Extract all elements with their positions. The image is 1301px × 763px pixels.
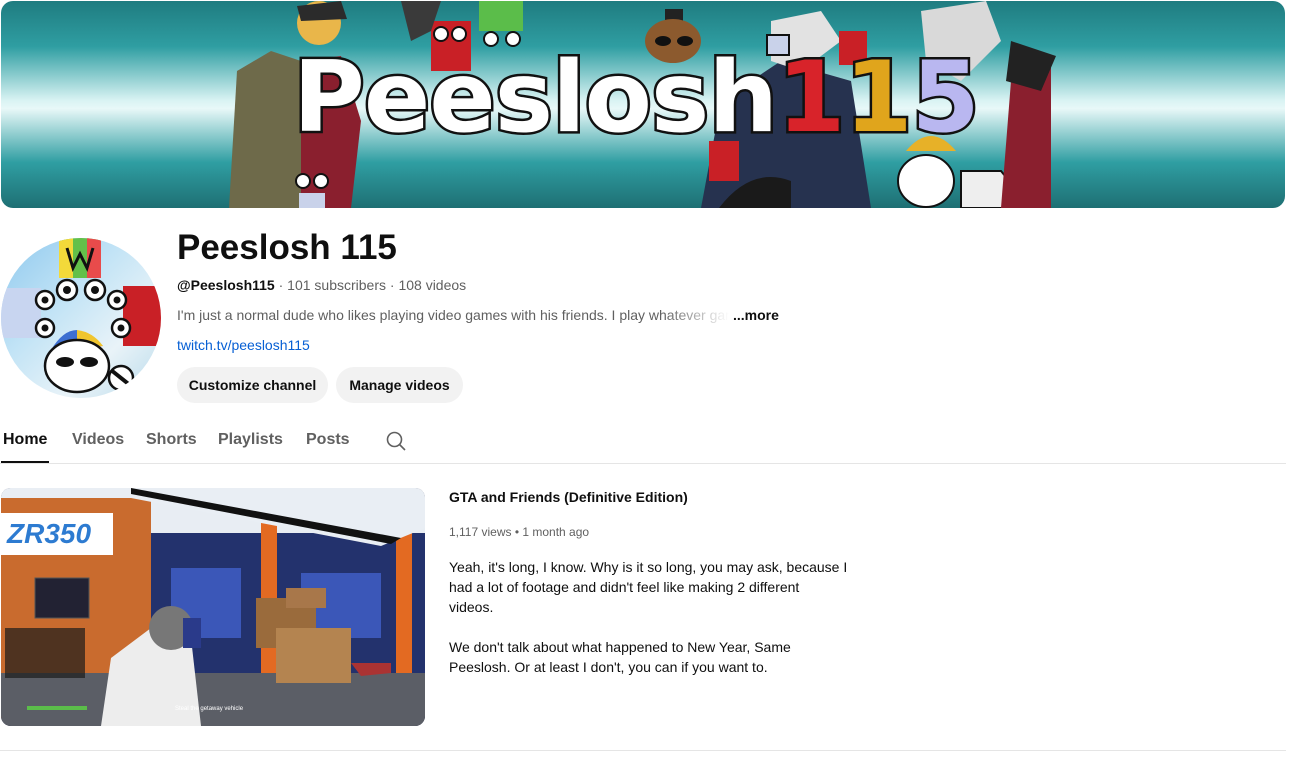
- channel-meta: @Peeslosh115 · 101 subscribers · 108 vid…: [177, 277, 466, 293]
- tab-posts[interactable]: Posts: [306, 430, 350, 450]
- channel-avatar[interactable]: [1, 238, 161, 398]
- channel-link[interactable]: twitch.tv/peeslosh115: [177, 337, 310, 353]
- description-line: [449, 617, 849, 637]
- description-line: We don't talk about what happened to New…: [449, 639, 791, 655]
- channel-description[interactable]: I'm just a normal dude who likes playing…: [177, 307, 779, 323]
- view-count: 1,117 views: [449, 525, 512, 539]
- tab-playlists[interactable]: Playlists: [218, 430, 283, 450]
- channel-banner: Peeslosh115: [1, 1, 1285, 208]
- thumb-hud-text: Steal the getaway vehicle: [175, 706, 244, 712]
- active-tab-indicator: [1, 461, 49, 463]
- description-line: Peeslosh. Or at least I don't, you can i…: [449, 659, 768, 675]
- tab-shorts[interactable]: Shorts: [146, 430, 197, 450]
- meta-separator: ·: [274, 277, 288, 293]
- subscriber-count: 101 subscribers: [287, 277, 386, 293]
- customize-channel-button[interactable]: Customize channel: [177, 367, 328, 403]
- thumb-sign-text: ZR350: [6, 518, 91, 549]
- video-count: 108 videos: [398, 277, 467, 293]
- description-line: had a lot of footage and didn't feel lik…: [449, 579, 800, 595]
- description-text: I'm just a normal dude who likes playing…: [177, 307, 729, 323]
- meta-separator: ·: [386, 277, 399, 293]
- tab-videos[interactable]: Videos: [72, 430, 124, 450]
- featured-video-description: Yeah, it's long, I know. Why is it so lo…: [449, 557, 849, 677]
- banner-title: Peeslosh115: [290, 41, 982, 156]
- manage-videos-button[interactable]: Manage videos: [336, 367, 463, 403]
- channel-handle: @Peeslosh115: [177, 277, 275, 293]
- search-icon[interactable]: [385, 430, 407, 452]
- section-divider: [0, 750, 1286, 751]
- featured-video-thumbnail[interactable]: ZR350 Steal the getaway vehicle: [1, 488, 425, 726]
- featured-video-title[interactable]: GTA and Friends (Definitive Edition): [449, 489, 688, 505]
- meta-dot: •: [511, 525, 523, 539]
- featured-video-meta: 1,117 views • 1 month ago: [449, 525, 589, 539]
- channel-page: Peeslosh115 Peeslosh 115 @Peeslosh115 · …: [0, 0, 1301, 763]
- thumbnail-image: ZR350 Steal the getaway vehicle: [1, 488, 425, 726]
- description-line: Yeah, it's long, I know. Why is it so lo…: [449, 559, 848, 575]
- description-line: videos.: [449, 599, 494, 615]
- more-link[interactable]: ...more: [733, 307, 779, 323]
- channel-tabs: Home Videos Shorts Playlists Posts: [0, 420, 1286, 464]
- channel-name: Peeslosh 115: [177, 228, 397, 267]
- avatar-artwork: [1, 238, 161, 394]
- tab-home[interactable]: Home: [3, 430, 47, 450]
- upload-age: 1 month ago: [522, 525, 590, 539]
